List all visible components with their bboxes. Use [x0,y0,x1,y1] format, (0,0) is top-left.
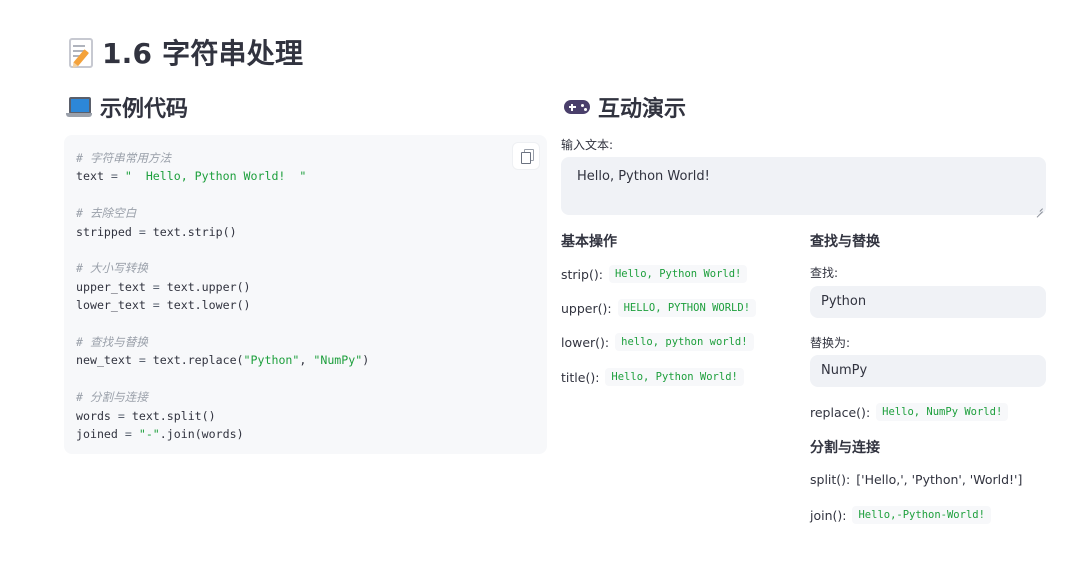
code-line: new_text = text.replace("Python", "NumPy… [76,351,369,369]
code-string: "-" [138,427,160,442]
code-line: stripped = text.strip() [76,223,369,241]
find-input-value: Python [821,294,867,309]
code-op: = [145,279,167,294]
strip-label: strip(): [561,266,603,282]
code-block: # 字符串常用方法 text = " Hello, Python World! "… [64,135,547,454]
upper-row: upper(): HELLO, PYTHON WORLD! [561,299,757,317]
input-textarea-value: Hello, Python World! [577,169,710,184]
replace-label: 替换为: [810,336,851,350]
memo-icon [68,37,94,68]
code-string: " Hello, Python World! " [124,169,307,184]
split-row: split(): ['Hello,', 'Python', 'World!'] [810,472,1022,487]
code-var: upper_text [76,279,146,294]
title-result: Hello, Python World! [605,368,744,386]
code-expr: text.lower() [166,298,251,313]
code-var: joined [76,427,118,442]
input-textarea[interactable]: Hello, Python World! [561,157,1046,215]
code-op: = [103,169,125,184]
demo-section-title-text: 互动演示 [598,97,687,122]
code-expr: text.strip() [152,224,237,239]
code-var: words [76,408,111,423]
code-comment: # 去除空白 [76,206,137,221]
replace-input[interactable]: NumPy [810,355,1046,387]
code-line: upper_text = text.upper() [76,278,369,296]
split-result: ['Hello,', 'Python', 'World!'] [856,472,1023,487]
join-label: join(): [810,507,847,523]
code-op: = [131,224,153,239]
code-line: # 字符串常用方法 [76,149,369,167]
join-row: join(): Hello,-Python-World! [810,506,991,524]
code-line: lower_text = text.lower() [76,296,369,314]
replace-result-row: replace(): Hello, NumPy World! [810,403,1009,421]
code-var: lower_text [76,298,146,313]
laptop-icon [66,96,92,118]
code-expr: ) [362,353,370,368]
resize-handle-icon[interactable] [1036,205,1043,212]
demo-section-title: 互动演示 [564,90,686,124]
code-op: = [145,298,167,313]
code-content: # 字符串常用方法 text = " Hello, Python World! "… [76,149,369,444]
code-string: "NumPy" [313,353,363,368]
code-comment: # 查找与替换 [76,335,148,350]
find-replace-heading: 查找与替换 [810,234,880,250]
upper-result: HELLO, PYTHON WORLD! [617,299,757,317]
code-expr: .join(words) [159,427,244,442]
code-expr: text.upper() [166,279,251,294]
code-comment: # 字符串常用方法 [76,151,172,165]
code-section-title: 示例代码 [66,90,188,124]
code-line: joined = "-".join(words) [76,425,369,443]
lower-row: lower(): hello, python world! [561,333,754,351]
page-title: 1.6 字符串处理 [68,32,303,72]
split-join-heading: 分割与连接 [810,440,880,456]
code-line: # 查找与替换 [76,333,369,351]
code-section-title-text: 示例代码 [100,97,189,122]
copy-code-button[interactable] [513,143,539,169]
code-expr: , [299,353,314,368]
strip-result: Hello, Python World! [608,265,748,283]
lower-label: lower(): [561,334,610,350]
join-result: Hello,-Python-World! [852,506,991,524]
find-label: 查找: [810,266,839,280]
code-comment: # 大小写转换 [76,261,148,276]
code-comment: # 分割与连接 [76,390,148,405]
replace-input-value: NumPy [821,363,868,378]
code-op: = [110,408,132,423]
code-var: text [76,169,104,184]
code-expr: text.split() [131,408,216,423]
code-op: = [131,353,153,368]
lower-result: hello, python world! [615,333,754,351]
code-line: # 分割与连接 [76,388,369,406]
upper-label: upper(): [561,300,612,316]
code-line: text = " Hello, Python World! " [76,167,369,185]
basic-ops-heading: 基本操作 [561,234,617,250]
replace-result: Hello, NumPy World! [876,403,1009,421]
page-title-text: 1.6 字符串处理 [102,37,304,70]
title-row: title(): Hello, Python World! [561,368,744,386]
code-line: # 大小写转换 [76,259,369,277]
code-line: # 去除空白 [76,204,369,222]
title-label: title(): [561,369,600,385]
strip-row: strip(): Hello, Python World! [561,265,748,283]
code-var: new_text [76,353,132,368]
find-input[interactable]: Python [810,286,1046,318]
code-line: words = text.split() [76,407,369,425]
code-op: = [117,427,139,442]
code-var: stripped [76,224,132,239]
code-string: "Python" [243,353,300,368]
split-label: split(): [810,472,851,487]
replace-result-label: replace(): [810,404,871,420]
code-expr: text.replace( [152,353,244,368]
input-text-label: 输入文本: [561,138,614,152]
gamepad-icon [564,98,590,116]
